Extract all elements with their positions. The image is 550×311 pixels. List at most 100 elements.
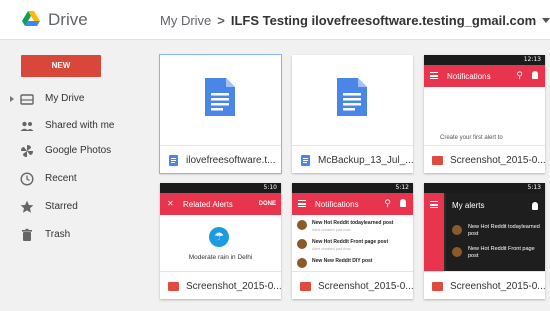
phone-status-bar: 5:10 bbox=[160, 183, 281, 193]
file-name: Screenshot_2015-0... bbox=[450, 281, 546, 292]
file-tile[interactable]: ilovefreesoftware.t... bbox=[159, 54, 282, 174]
file-footer: Screenshot_2015-0... bbox=[424, 145, 546, 173]
drive-icon bbox=[20, 94, 34, 105]
list-item-title: New Hot Reddit todaylearned post bbox=[468, 224, 540, 237]
breadcrumb-current-folder[interactable]: ILFS Testing ilovefreesoftware.testing_g… bbox=[231, 13, 536, 28]
reddit-avatar-icon bbox=[297, 220, 307, 230]
phone-app-bar: Notifications ⚲ bbox=[424, 65, 545, 87]
doc-file-icon bbox=[301, 155, 310, 166]
sidebar-item-recent[interactable]: Recent bbox=[0, 168, 146, 190]
doc-file-icon bbox=[169, 155, 178, 166]
file-tile[interactable]: 5:13 My alerts New Hot Reddit todaylearn… bbox=[424, 183, 546, 299]
list-item-subtitle: Alert created just now bbox=[312, 246, 351, 251]
sidebar: NEW My Drive Shared with me Google Photo… bbox=[0, 41, 146, 311]
image-file-icon bbox=[300, 282, 311, 291]
close-icon: ✕ bbox=[167, 199, 174, 208]
star-icon bbox=[20, 200, 34, 213]
people-icon bbox=[20, 121, 34, 131]
phone-app-title: My alerts bbox=[452, 201, 485, 210]
sidebar-item-label: Starred bbox=[45, 201, 78, 212]
sidebar-item-starred[interactable]: Starred bbox=[0, 196, 146, 218]
breadcrumb-root[interactable]: My Drive bbox=[160, 13, 211, 28]
weather-alert-text: Moderate rain in Delhi bbox=[188, 254, 253, 261]
file-thumbnail[interactable]: 5:10 ✕ Related Alerts DONE ☂ Moderate ra… bbox=[160, 183, 281, 271]
file-tile[interactable]: 5:12 Notifications ⚲ New Hot Reddit toda… bbox=[292, 183, 414, 299]
sidebar-item-label: Recent bbox=[45, 173, 77, 184]
list-item: New New Reddit DIY post bbox=[292, 255, 413, 271]
file-footer: Screenshot_2015-0... bbox=[292, 271, 414, 299]
trash-icon bbox=[22, 228, 32, 241]
file-tile[interactable]: 5:10 ✕ Related Alerts DONE ☂ Moderate ra… bbox=[160, 183, 282, 299]
phone-status-bar: 5:12 bbox=[292, 183, 413, 193]
list-item-title: New New Reddit DIY post bbox=[312, 258, 373, 264]
sidebar-item-google-photos[interactable]: Google Photos bbox=[0, 140, 146, 162]
list-item: New Hot Reddit Front page post bbox=[452, 245, 542, 263]
sidebar-item-label: My Drive bbox=[45, 93, 85, 104]
new-button[interactable]: NEW bbox=[21, 55, 101, 77]
bell-icon bbox=[532, 71, 538, 79]
phone-app-bar: Notifications ⚲ bbox=[292, 193, 413, 215]
file-footer: McBackup_13_Jul_... bbox=[292, 145, 414, 173]
phone-done-label: DONE bbox=[258, 201, 276, 207]
document-icon bbox=[205, 78, 235, 116]
breadcrumb: My Drive > ILFS Testing ilovefreesoftwar… bbox=[160, 13, 550, 28]
expand-arrow-icon[interactable] bbox=[10, 96, 14, 102]
phone-empty-text: Create your first alert to bbox=[440, 135, 503, 141]
file-footer: Screenshot_2015-0... bbox=[160, 271, 282, 299]
list-item-subtitle: Alert created just now bbox=[312, 227, 351, 232]
image-file-icon bbox=[432, 156, 443, 165]
file-tile[interactable]: McBackup_13_Jul_... bbox=[292, 55, 414, 173]
list-item-title: New Hot Reddit Front page post bbox=[312, 239, 389, 245]
drive-logo-icon[interactable] bbox=[22, 11, 40, 27]
list-item-title: New Hot Reddit Front page post bbox=[468, 246, 535, 259]
menu-icon bbox=[298, 200, 306, 207]
bell-icon bbox=[400, 199, 406, 207]
phone-app-title: Related Alerts bbox=[183, 200, 233, 209]
breadcrumb-separator: > bbox=[217, 13, 225, 28]
file-tile[interactable]: 12:13 Notifications ⚲ Create your first … bbox=[424, 55, 546, 173]
file-thumbnail[interactable]: 12:13 Notifications ⚲ Create your first … bbox=[424, 55, 545, 145]
umbrella-icon: ☂ bbox=[209, 227, 229, 247]
reddit-avatar-icon bbox=[452, 247, 462, 257]
image-file-icon bbox=[432, 282, 443, 291]
search-icon: ⚲ bbox=[516, 70, 523, 80]
file-footer: ilovefreesoftware.t... bbox=[160, 145, 281, 173]
file-name: Screenshot_2015-0... bbox=[450, 155, 546, 166]
menu-icon bbox=[430, 201, 438, 208]
file-name: ilovefreesoftware.t... bbox=[186, 155, 276, 166]
file-thumbnail[interactable] bbox=[292, 55, 413, 145]
phone-app-title: Notifications bbox=[315, 200, 359, 209]
pinwheel-icon bbox=[21, 145, 33, 157]
phone-drawer: My alerts New Hot Reddit todaylearned po… bbox=[446, 193, 545, 271]
file-name: McBackup_13_Jul_... bbox=[318, 155, 414, 166]
menu-icon bbox=[430, 72, 438, 79]
reddit-avatar-icon bbox=[297, 258, 307, 268]
phone-status-bar: 12:13 bbox=[424, 55, 545, 65]
image-file-icon bbox=[168, 282, 179, 291]
folder-menu-dropdown-icon[interactable] bbox=[542, 18, 550, 23]
search-icon: ⚲ bbox=[384, 198, 391, 208]
app-title[interactable]: Drive bbox=[48, 10, 88, 30]
file-name: Screenshot_2015-0... bbox=[186, 281, 282, 292]
file-thumbnail[interactable]: 5:13 My alerts New Hot Reddit todaylearn… bbox=[424, 183, 545, 271]
phone-side-strip bbox=[424, 193, 444, 271]
list-item: New Hot Reddit todaylearned post bbox=[452, 223, 542, 241]
phone-status-bar: 5:13 bbox=[424, 183, 545, 193]
sidebar-item-label: Trash bbox=[45, 229, 71, 240]
sidebar-item-label: Google Photos bbox=[45, 145, 112, 156]
sidebar-item-my-drive[interactable]: My Drive bbox=[0, 88, 146, 110]
bell-icon bbox=[532, 202, 538, 210]
file-footer: Screenshot_2015-0... bbox=[424, 271, 546, 299]
reddit-avatar-icon bbox=[452, 225, 462, 235]
clock-icon bbox=[20, 172, 34, 186]
file-thumbnail[interactable]: 5:12 Notifications ⚲ New Hot Reddit toda… bbox=[292, 183, 413, 271]
sidebar-item-label: Shared with me bbox=[45, 120, 115, 131]
reddit-avatar-icon bbox=[297, 239, 307, 249]
file-name: Screenshot_2015-0... bbox=[318, 281, 414, 292]
sidebar-item-shared-with-me[interactable]: Shared with me bbox=[0, 115, 146, 137]
file-thumbnail[interactable] bbox=[160, 55, 281, 145]
document-icon bbox=[337, 78, 367, 116]
phone-app-title: Notifications bbox=[447, 72, 491, 81]
sidebar-item-trash[interactable]: Trash bbox=[0, 224, 146, 246]
top-bar: Drive My Drive > ILFS Testing ilovefrees… bbox=[0, 0, 550, 40]
